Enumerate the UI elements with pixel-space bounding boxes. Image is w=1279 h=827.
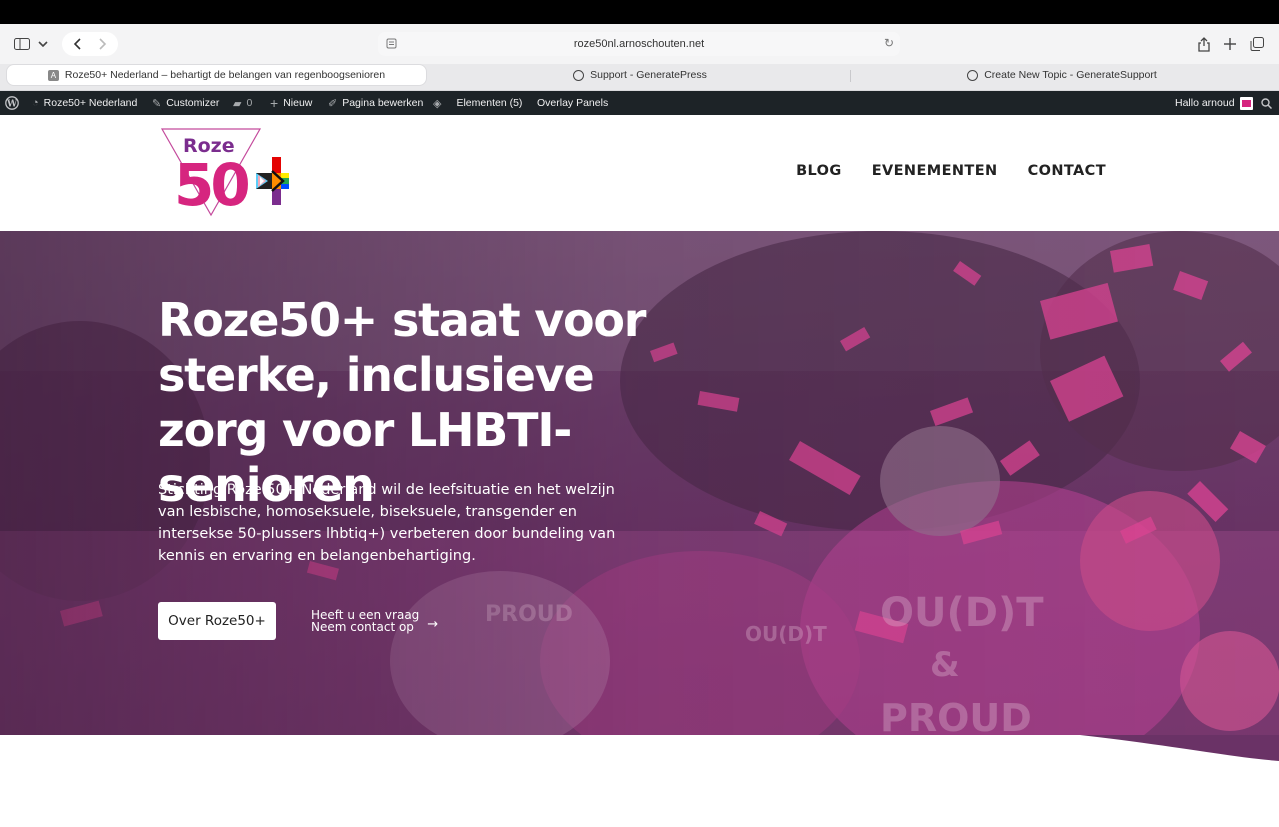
contact-link[interactable]: Heeft u een vraag Neem contact op → — [311, 609, 438, 633]
url-text: roze50nl.arnoschouten.net — [573, 38, 705, 50]
sidebar-toggle-icon[interactable] — [12, 32, 32, 56]
main-navigation: BLOG EVENEMENTEN CONTACT — [796, 163, 1106, 179]
admin-edit-page-link[interactable]: ✐ Pagina bewerken — [328, 91, 423, 115]
wordpress-icon[interactable]: W — [5, 91, 19, 115]
admin-site-label: Roze50+ Nederland — [43, 97, 138, 109]
search-icon[interactable] — [1261, 91, 1272, 115]
tab-label: Create New Topic - GenerateSupport — [984, 69, 1157, 81]
admin-comments-link[interactable]: ▰ 0 — [233, 91, 252, 115]
admin-site-link[interactable]: ◔ Roze50+ Nederland — [32, 91, 137, 115]
admin-elements-label: Elementen (5) — [456, 97, 523, 109]
hero-description: Stichting Roze 50+ Nederland wil de leef… — [158, 482, 616, 564]
arrow-right-icon: → — [427, 617, 439, 632]
site-header: Roze 50 BLOG EVENEMENTEN CONTACT — [0, 115, 1279, 231]
logo-number: 50 — [174, 151, 248, 217]
tab-separator — [850, 70, 851, 82]
nav-contact[interactable]: CONTACT — [1028, 163, 1106, 179]
admin-customizer-link[interactable]: ✎ Customizer — [152, 91, 219, 115]
share-icon[interactable] — [1196, 32, 1212, 56]
section-divider — [1080, 735, 1279, 761]
generatepress-elements-icon: ◈ — [433, 97, 442, 110]
chevron-down-icon[interactable] — [36, 32, 50, 56]
tab-label: Support - GeneratePress — [590, 69, 707, 81]
admin-elements-link[interactable]: ◈ Elementen (5) — [433, 91, 522, 115]
dashboard-icon: ◔ — [32, 97, 39, 109]
admin-greeting: Hallo arnoud — [1175, 97, 1235, 109]
admin-new-link[interactable]: + Nieuw — [270, 91, 312, 115]
tab-create-new-topic[interactable]: Create New Topic - GenerateSupport — [852, 64, 1272, 86]
generatepress-icon — [573, 69, 585, 81]
page-icon — [386, 38, 397, 49]
new-tab-icon[interactable] — [1222, 32, 1238, 56]
admin-new-label: Nieuw — [283, 97, 313, 109]
site-logo[interactable]: Roze 50 — [160, 127, 304, 219]
admin-comments-count: 0 — [246, 97, 253, 109]
pencil-icon: ✐ — [328, 97, 338, 110]
admin-overlay-panels-link[interactable]: Overlay Panels — [537, 91, 608, 115]
hero-section: OU(D)T & PROUD PROUD OU(D)T Roze50+ staa… — [0, 231, 1279, 735]
forward-icon[interactable] — [94, 32, 112, 56]
admin-edit-label: Pagina bewerken — [342, 97, 424, 109]
svg-text:W: W — [6, 99, 18, 109]
plus-icon: + — [270, 95, 279, 111]
browser-toolbar: roze50nl.arnoschouten.net ↻ — [0, 24, 1279, 64]
tab-bar: A Roze50+ Nederland – behartigt de belan… — [0, 64, 1279, 91]
about-button[interactable]: Over Roze50+ — [158, 602, 276, 640]
tab-support-generatepress[interactable]: Support - GeneratePress — [430, 64, 850, 86]
admin-account-link[interactable]: Hallo arnoud — [1175, 91, 1253, 115]
system-top-bar — [0, 0, 1279, 24]
admin-customizer-label: Customizer — [166, 97, 220, 109]
brush-icon: ✎ — [152, 97, 162, 110]
tab-favicon: A — [47, 69, 59, 81]
wp-admin-bar: W ◔ Roze50+ Nederland ✎ Customizer ▰ 0 +… — [0, 91, 1279, 115]
tab-overview-icon[interactable] — [1249, 32, 1265, 56]
nav-evenementen[interactable]: EVENEMENTEN — [872, 163, 998, 179]
contact-link-line2: Neem contact op — [311, 620, 414, 634]
contact-link-text: Heeft u een vraag Neem contact op — [311, 609, 419, 633]
nav-blog[interactable]: BLOG — [796, 163, 842, 179]
comment-icon: ▰ — [233, 97, 242, 110]
admin-overlay-label: Overlay Panels — [537, 97, 609, 109]
back-icon[interactable] — [68, 32, 86, 56]
tab-label: Roze50+ Nederland – behartigt de belange… — [64, 69, 386, 81]
progress-flag-plus-icon — [256, 157, 289, 205]
avatar — [1239, 96, 1253, 110]
tab-roze50[interactable]: A Roze50+ Nederland – behartigt de belan… — [6, 64, 427, 86]
reload-icon[interactable]: ↻ — [884, 36, 894, 50]
address-bar[interactable]: roze50nl.arnoschouten.net ↻ — [378, 32, 900, 56]
generatepress-icon — [967, 69, 979, 81]
